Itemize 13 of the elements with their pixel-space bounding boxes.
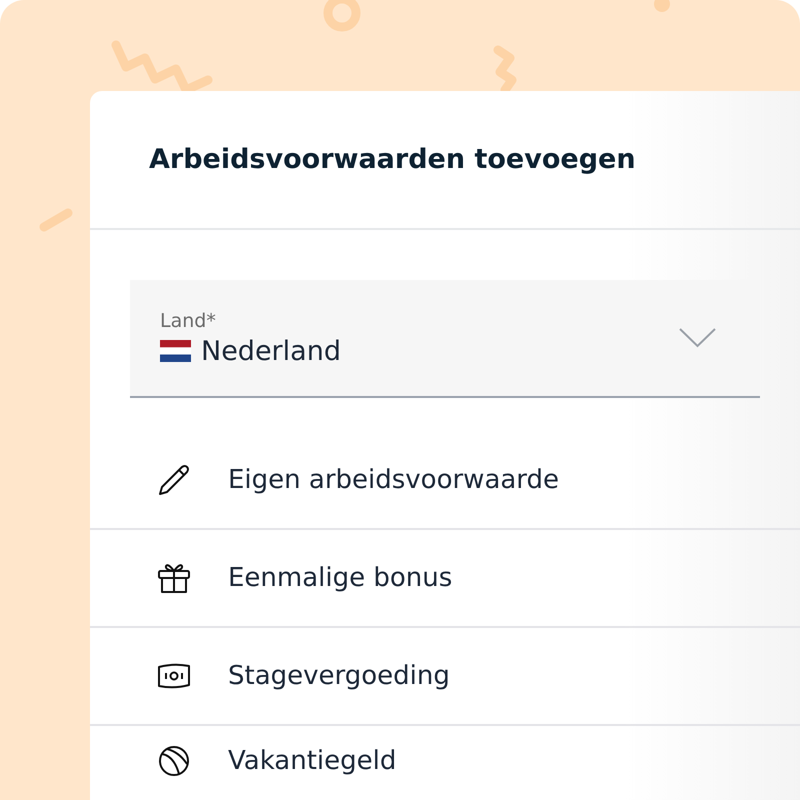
chevron-down-icon	[679, 328, 716, 348]
beach-ball-icon	[157, 744, 191, 778]
option-item[interactable]: Eigen arbeidsvoorwaarde	[90, 432, 800, 530]
field-label: Land*	[160, 310, 217, 332]
option-item[interactable]: Vakantiegeld	[90, 726, 800, 796]
dialog-title: Arbeidsvoorwaarden toevoegen	[149, 144, 636, 175]
flag-icon	[160, 340, 191, 362]
country-dropdown[interactable]: Land* Nederland	[130, 280, 760, 398]
option-item[interactable]: Eenmalige bonus	[90, 530, 800, 628]
option-item[interactable]: Stagevergoeding	[90, 628, 800, 726]
pencil-icon	[157, 463, 191, 497]
field-value: Nederland	[201, 336, 341, 366]
gift-icon	[157, 561, 191, 595]
